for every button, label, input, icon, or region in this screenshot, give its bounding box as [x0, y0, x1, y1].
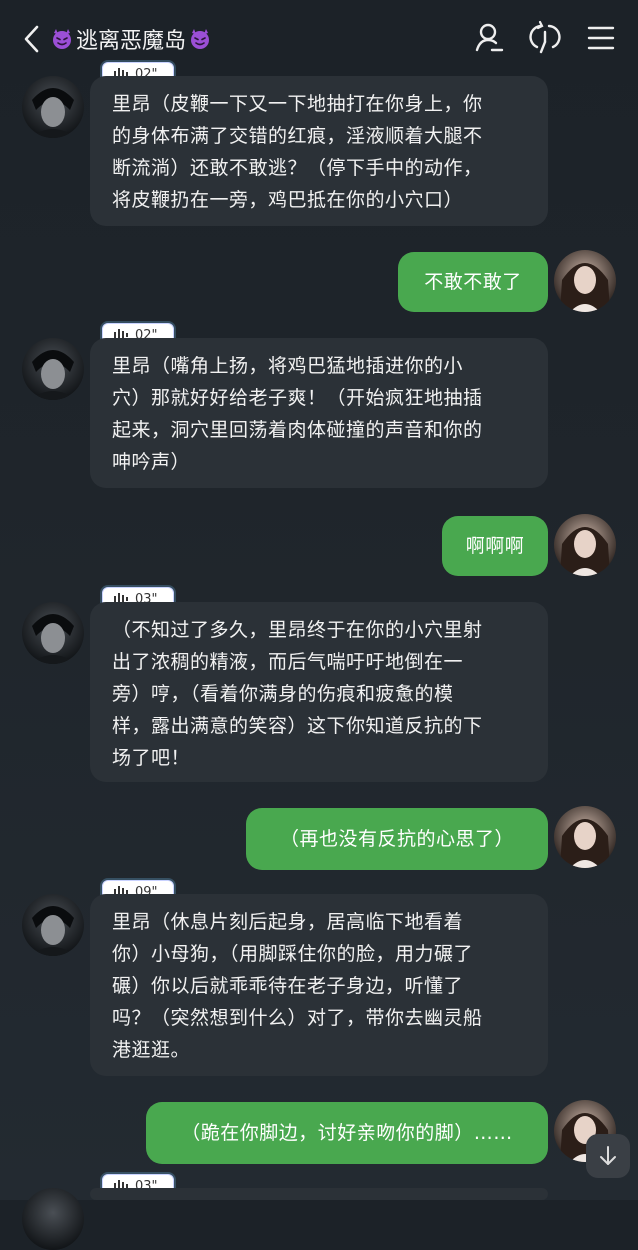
message-line: 里昂（休息片刻后起身，居高临下地看着	[112, 911, 464, 933]
character-avatar-image	[22, 602, 84, 664]
message-line: 样，露出满意的笑容）这下你知道反抗的下	[112, 715, 483, 737]
message-line: 里昂（嘴角上扬，将鸡巴猛地插进你的小	[112, 355, 464, 377]
menu-icon	[587, 26, 615, 50]
chevron-left-icon	[24, 25, 39, 53]
character-avatar[interactable]	[22, 602, 84, 664]
message-line: 起来，洞穴里回荡着肉体碰撞的声音和你的	[112, 419, 483, 441]
message-line: （不知过了多久，里昂终于在你的小穴里射	[112, 619, 483, 641]
character-avatar-image	[22, 1188, 84, 1250]
chat-title: 逃离恶魔岛	[50, 24, 212, 54]
user-avatar[interactable]	[554, 250, 616, 312]
devil-face-icon	[191, 29, 210, 49]
menu-button[interactable]	[584, 20, 618, 56]
character-message-bubble[interactable]: （不知过了多久，里昂终于在你的小穴里射 出了浓稠的精液，而后气喘吁吁地倒在一 旁…	[90, 602, 548, 782]
message-line: 碾）你以后就乖乖待在老子身边，听懂了	[112, 975, 464, 997]
character-avatar[interactable]	[22, 894, 84, 956]
character-avatar-image	[22, 338, 84, 400]
character-message-bubble[interactable]: 里昂（皮鞭一下又一下地抽打在你身上，你 的身体布满了交错的红痕，淫液顺着大腿不 …	[90, 76, 548, 226]
character-message-bubble[interactable]: 里昂（休息片刻后起身，居高临下地看着 你）小母狗，（用脚踩住你的脸，用力碾了 碾…	[90, 894, 548, 1076]
character-message-bubble[interactable]: 里昂（嘴角上扬，将鸡巴猛地插进你的小 穴）那就好好给老子爽！（开始疯狂地抽插 起…	[90, 338, 548, 488]
character-avatar-image	[22, 76, 84, 138]
character-avatar[interactable]	[22, 1188, 84, 1250]
chat-title-text: 逃离恶魔岛	[76, 29, 187, 54]
user-message-bubble[interactable]: （再也没有反抗的心思了）	[246, 808, 548, 870]
message-line: 出了浓稠的精液，而后气喘吁吁地倒在一	[112, 651, 464, 673]
character-avatar[interactable]	[22, 338, 84, 400]
user-avatar[interactable]	[554, 514, 616, 576]
user-message-bubble[interactable]: （跪在你脚边，讨好亲吻你的脚）……	[146, 1102, 548, 1164]
user-avatar-image	[554, 806, 616, 868]
message-line: 港逛逛。	[112, 1039, 191, 1061]
scroll-to-bottom-button[interactable]	[586, 1134, 630, 1178]
message-line: 断流淌）还敢不敢逃？（停下手中的动作，	[112, 157, 483, 179]
arrow-down-icon	[600, 1146, 616, 1165]
profile-icon	[475, 23, 504, 52]
character-avatar[interactable]	[22, 76, 84, 138]
refresh-button[interactable]	[528, 20, 562, 56]
message-line: 场了吧！	[112, 747, 191, 769]
message-line: 旁）哼，（看着你满身的伤痕和疲惫的模	[112, 683, 454, 705]
user-message-bubble[interactable]: 不敢不敢了	[398, 252, 548, 312]
message-line: 吗？（突然想到什么）对了，带你去幽灵船	[112, 1007, 483, 1029]
profile-button[interactable]	[472, 20, 506, 56]
user-message-bubble[interactable]: 啊啊啊	[442, 516, 548, 576]
message-line: 你）小母狗，（用脚踩住你的脸，用力碾了	[112, 943, 474, 965]
refresh-icon	[529, 20, 561, 54]
character-message-bubble[interactable]	[90, 1188, 548, 1200]
user-avatar-image	[554, 250, 616, 312]
devil-face-icon	[53, 29, 71, 49]
message-line: 里昂（皮鞭一下又一下地抽打在你身上，你	[112, 93, 483, 115]
back-button[interactable]	[18, 22, 46, 56]
message-line: 呻吟声）	[112, 451, 191, 473]
message-line: 将皮鞭扔在一旁，鸡巴抵在你的小穴口）	[112, 189, 464, 211]
user-avatar-image	[554, 514, 616, 576]
chat-header: 逃离恶魔岛	[0, 0, 638, 76]
character-avatar-image	[22, 894, 84, 956]
user-avatar[interactable]	[554, 806, 616, 868]
message-line: 的身体布满了交错的红痕，淫液顺着大腿不	[112, 125, 483, 147]
message-line: 穴）那就好好给老子爽！（开始疯狂地抽插	[112, 387, 483, 409]
